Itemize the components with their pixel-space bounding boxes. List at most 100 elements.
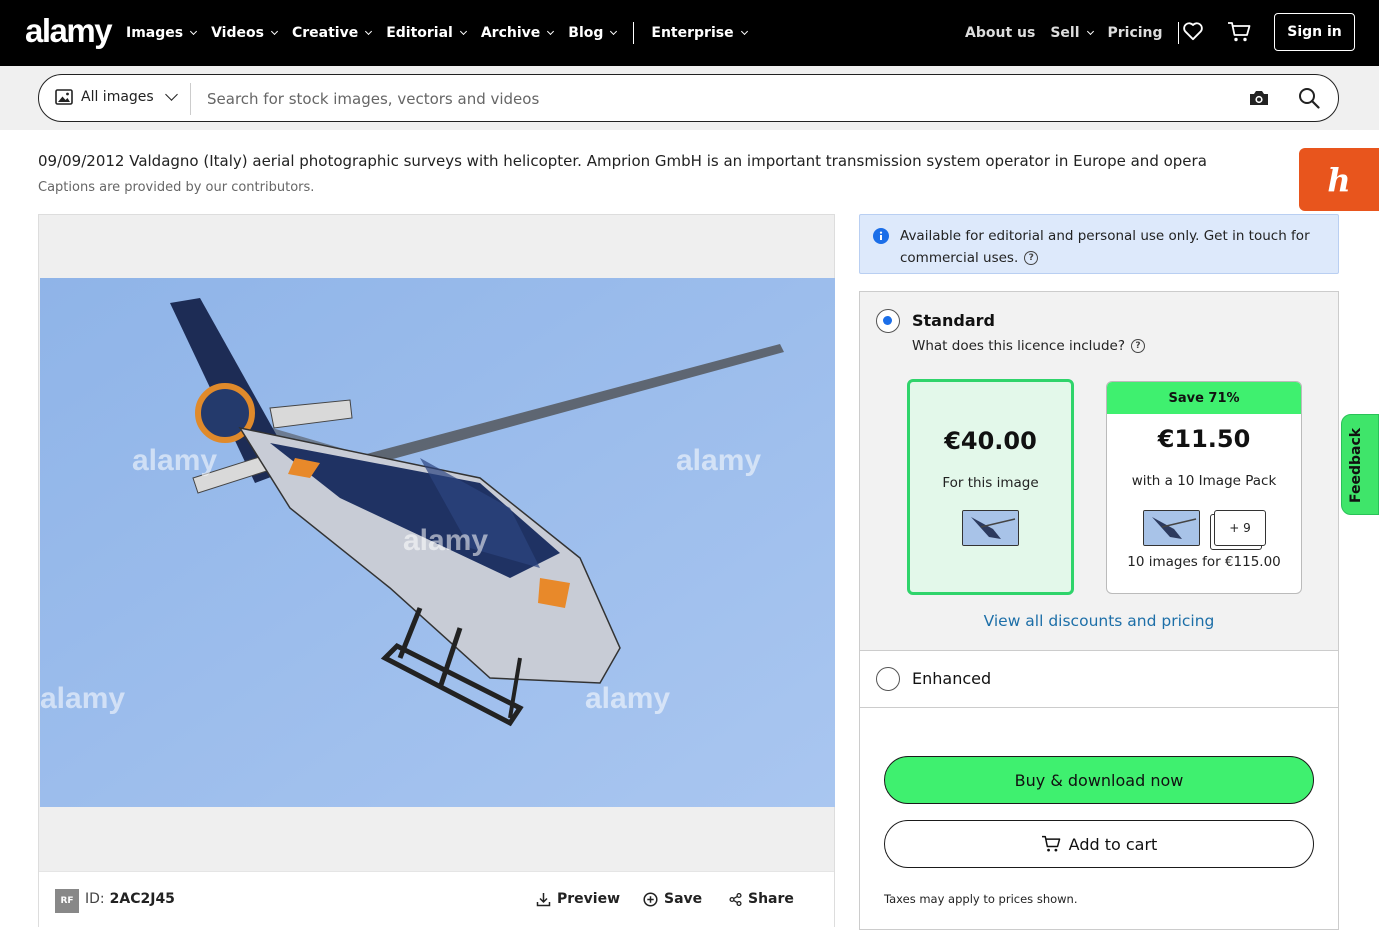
chevron-down-icon (610, 27, 618, 36)
nav-archive-label: Archive (480, 25, 541, 41)
main-menu: Images Videos Creative Editorial Archive… (126, 22, 762, 44)
chevron-down-icon (365, 27, 373, 36)
helicopter-photo[interactable]: alamy alamy alamy alamy alamy (40, 278, 835, 807)
share-label: Share (748, 891, 794, 907)
nav-enterprise-label: Enterprise (651, 25, 734, 41)
single-image-option[interactable]: €40.00 For this image (907, 379, 1074, 595)
chevron-down-icon (164, 88, 178, 101)
nav-creative[interactable]: Creative (292, 25, 373, 41)
alamy-logo[interactable]: alamy (25, 12, 113, 50)
buy-download-button[interactable]: Buy & download now (884, 756, 1314, 804)
nav-pricing[interactable]: Pricing (1108, 25, 1163, 41)
image-icon (55, 89, 73, 105)
single-price: €40.00 (944, 427, 1037, 455)
rf-badge: RF (55, 889, 79, 913)
nav-editorial[interactable]: Editorial (386, 25, 467, 41)
search-divider (190, 83, 191, 115)
honey-logo-icon: h (1327, 160, 1351, 199)
preview-label: Preview (557, 891, 621, 907)
watermark-text: alamy (132, 444, 217, 477)
licence-info-label: What does this licence include? (912, 338, 1126, 354)
help-icon: ? (1131, 339, 1146, 353)
nav-archive[interactable]: Archive (480, 25, 555, 41)
enhanced-title: Enhanced (912, 669, 992, 688)
camera-icon[interactable] (1248, 88, 1270, 108)
standard-title: Standard (912, 311, 995, 330)
feedback-label: Feedback (1348, 427, 1364, 503)
chevron-down-icon (1086, 27, 1094, 36)
nav-editorial-label: Editorial (386, 25, 453, 41)
share-button[interactable]: Share (729, 891, 794, 907)
add-to-cart-label: Add to cart (1068, 834, 1158, 854)
image-footer: RF ID: 2AC2J45 Preview Save Share (39, 871, 834, 927)
enhanced-radio[interactable] (876, 667, 900, 691)
tax-note: Taxes may apply to prices shown. (884, 892, 1078, 906)
pack-extra-count: + 9 (1214, 510, 1266, 546)
nav-about-us[interactable]: About us (965, 25, 1035, 41)
search-input[interactable] (207, 87, 1207, 111)
save-button[interactable]: Save (643, 891, 702, 907)
enhanced-licence-section[interactable]: Enhanced (860, 651, 1338, 708)
image-id-label: ID: (85, 891, 105, 907)
nav-sell[interactable]: Sell (1050, 25, 1094, 41)
help-icon[interactable]: ? (1024, 251, 1039, 265)
nav-enterprise[interactable]: Enterprise (651, 25, 748, 41)
standard-licence-section: Standard What does this licence include?… (860, 292, 1338, 651)
watermark-text: alamy (403, 524, 488, 557)
watermark-text: alamy (676, 444, 761, 477)
cart-icon[interactable] (1227, 21, 1251, 43)
image-id: ID: 2AC2J45 (85, 891, 175, 907)
licence-selector: Standard What does this licence include?… (859, 291, 1339, 930)
save-badge: Save 71% (1107, 382, 1301, 414)
nav-images[interactable]: Images (126, 25, 198, 41)
nav-videos[interactable]: Videos (211, 25, 278, 41)
usage-notice-message: Available for editorial and personal use… (900, 228, 1310, 266)
standard-radio[interactable] (876, 309, 900, 333)
chevron-down-icon (740, 27, 748, 36)
image-thumbnail (962, 510, 1019, 546)
preview-button[interactable]: Preview (536, 891, 620, 907)
download-icon (536, 892, 551, 906)
watermark-text: alamy (40, 682, 125, 715)
heart-icon[interactable] (1182, 21, 1204, 41)
info-icon (873, 228, 889, 244)
cart-icon (1041, 835, 1060, 852)
watermark-text: alamy (585, 682, 670, 715)
view-all-pricing-link[interactable]: View all discounts and pricing (860, 612, 1338, 630)
nav-sell-label: Sell (1050, 25, 1080, 41)
honey-extension-tab[interactable]: h (1299, 148, 1379, 211)
search-scope-label: All images (81, 89, 154, 105)
pack-price-note: with a 10 Image Pack (1131, 473, 1277, 489)
share-icon (729, 892, 742, 906)
sign-in-button[interactable]: Sign in (1274, 13, 1355, 51)
single-price-note: For this image (942, 475, 1039, 491)
photo-illustration: alamy alamy alamy alamy alamy (40, 278, 835, 807)
licence-info[interactable]: What does this licence include?? (912, 338, 1146, 354)
usage-notice-text: Available for editorial and personal use… (900, 225, 1320, 269)
search-bar: All images (38, 74, 1339, 122)
nav-videos-label: Videos (211, 25, 264, 41)
chevron-down-icon (547, 27, 555, 36)
add-to-cart-button[interactable]: Add to cart (884, 820, 1314, 868)
search-scope-dropdown[interactable]: All images (55, 88, 178, 105)
chevron-down-icon (190, 27, 198, 36)
secondary-menu: About us Sell Pricing (965, 22, 1196, 44)
image-caption: 09/09/2012 Valdagno (Italy) aerial photo… (38, 152, 1207, 170)
image-thumbnail (1143, 510, 1200, 546)
caption-note: Captions are provided by our contributor… (38, 180, 315, 195)
search-icon[interactable] (1298, 87, 1320, 109)
search-band: All images (0, 66, 1379, 130)
nav-images-label: Images (126, 25, 184, 41)
usage-notice: Available for editorial and personal use… (859, 214, 1339, 274)
image-id-value: 2AC2J45 (109, 891, 175, 907)
feedback-tab[interactable]: Feedback (1341, 414, 1379, 515)
pack-price: €11.50 (1157, 425, 1251, 453)
plus-circle-icon (643, 891, 658, 907)
nav-divider (1177, 22, 1179, 44)
chevron-down-icon (459, 27, 467, 36)
image-pack-option[interactable]: Save 71% €11.50 with a 10 Image Pack + 9… (1106, 381, 1302, 594)
top-navigation: alamy Images Videos Creative Editorial A… (0, 0, 1379, 66)
nav-divider (633, 22, 635, 44)
nav-blog[interactable]: Blog (568, 25, 618, 41)
pack-total: 10 images for €115.00 (1127, 554, 1281, 570)
